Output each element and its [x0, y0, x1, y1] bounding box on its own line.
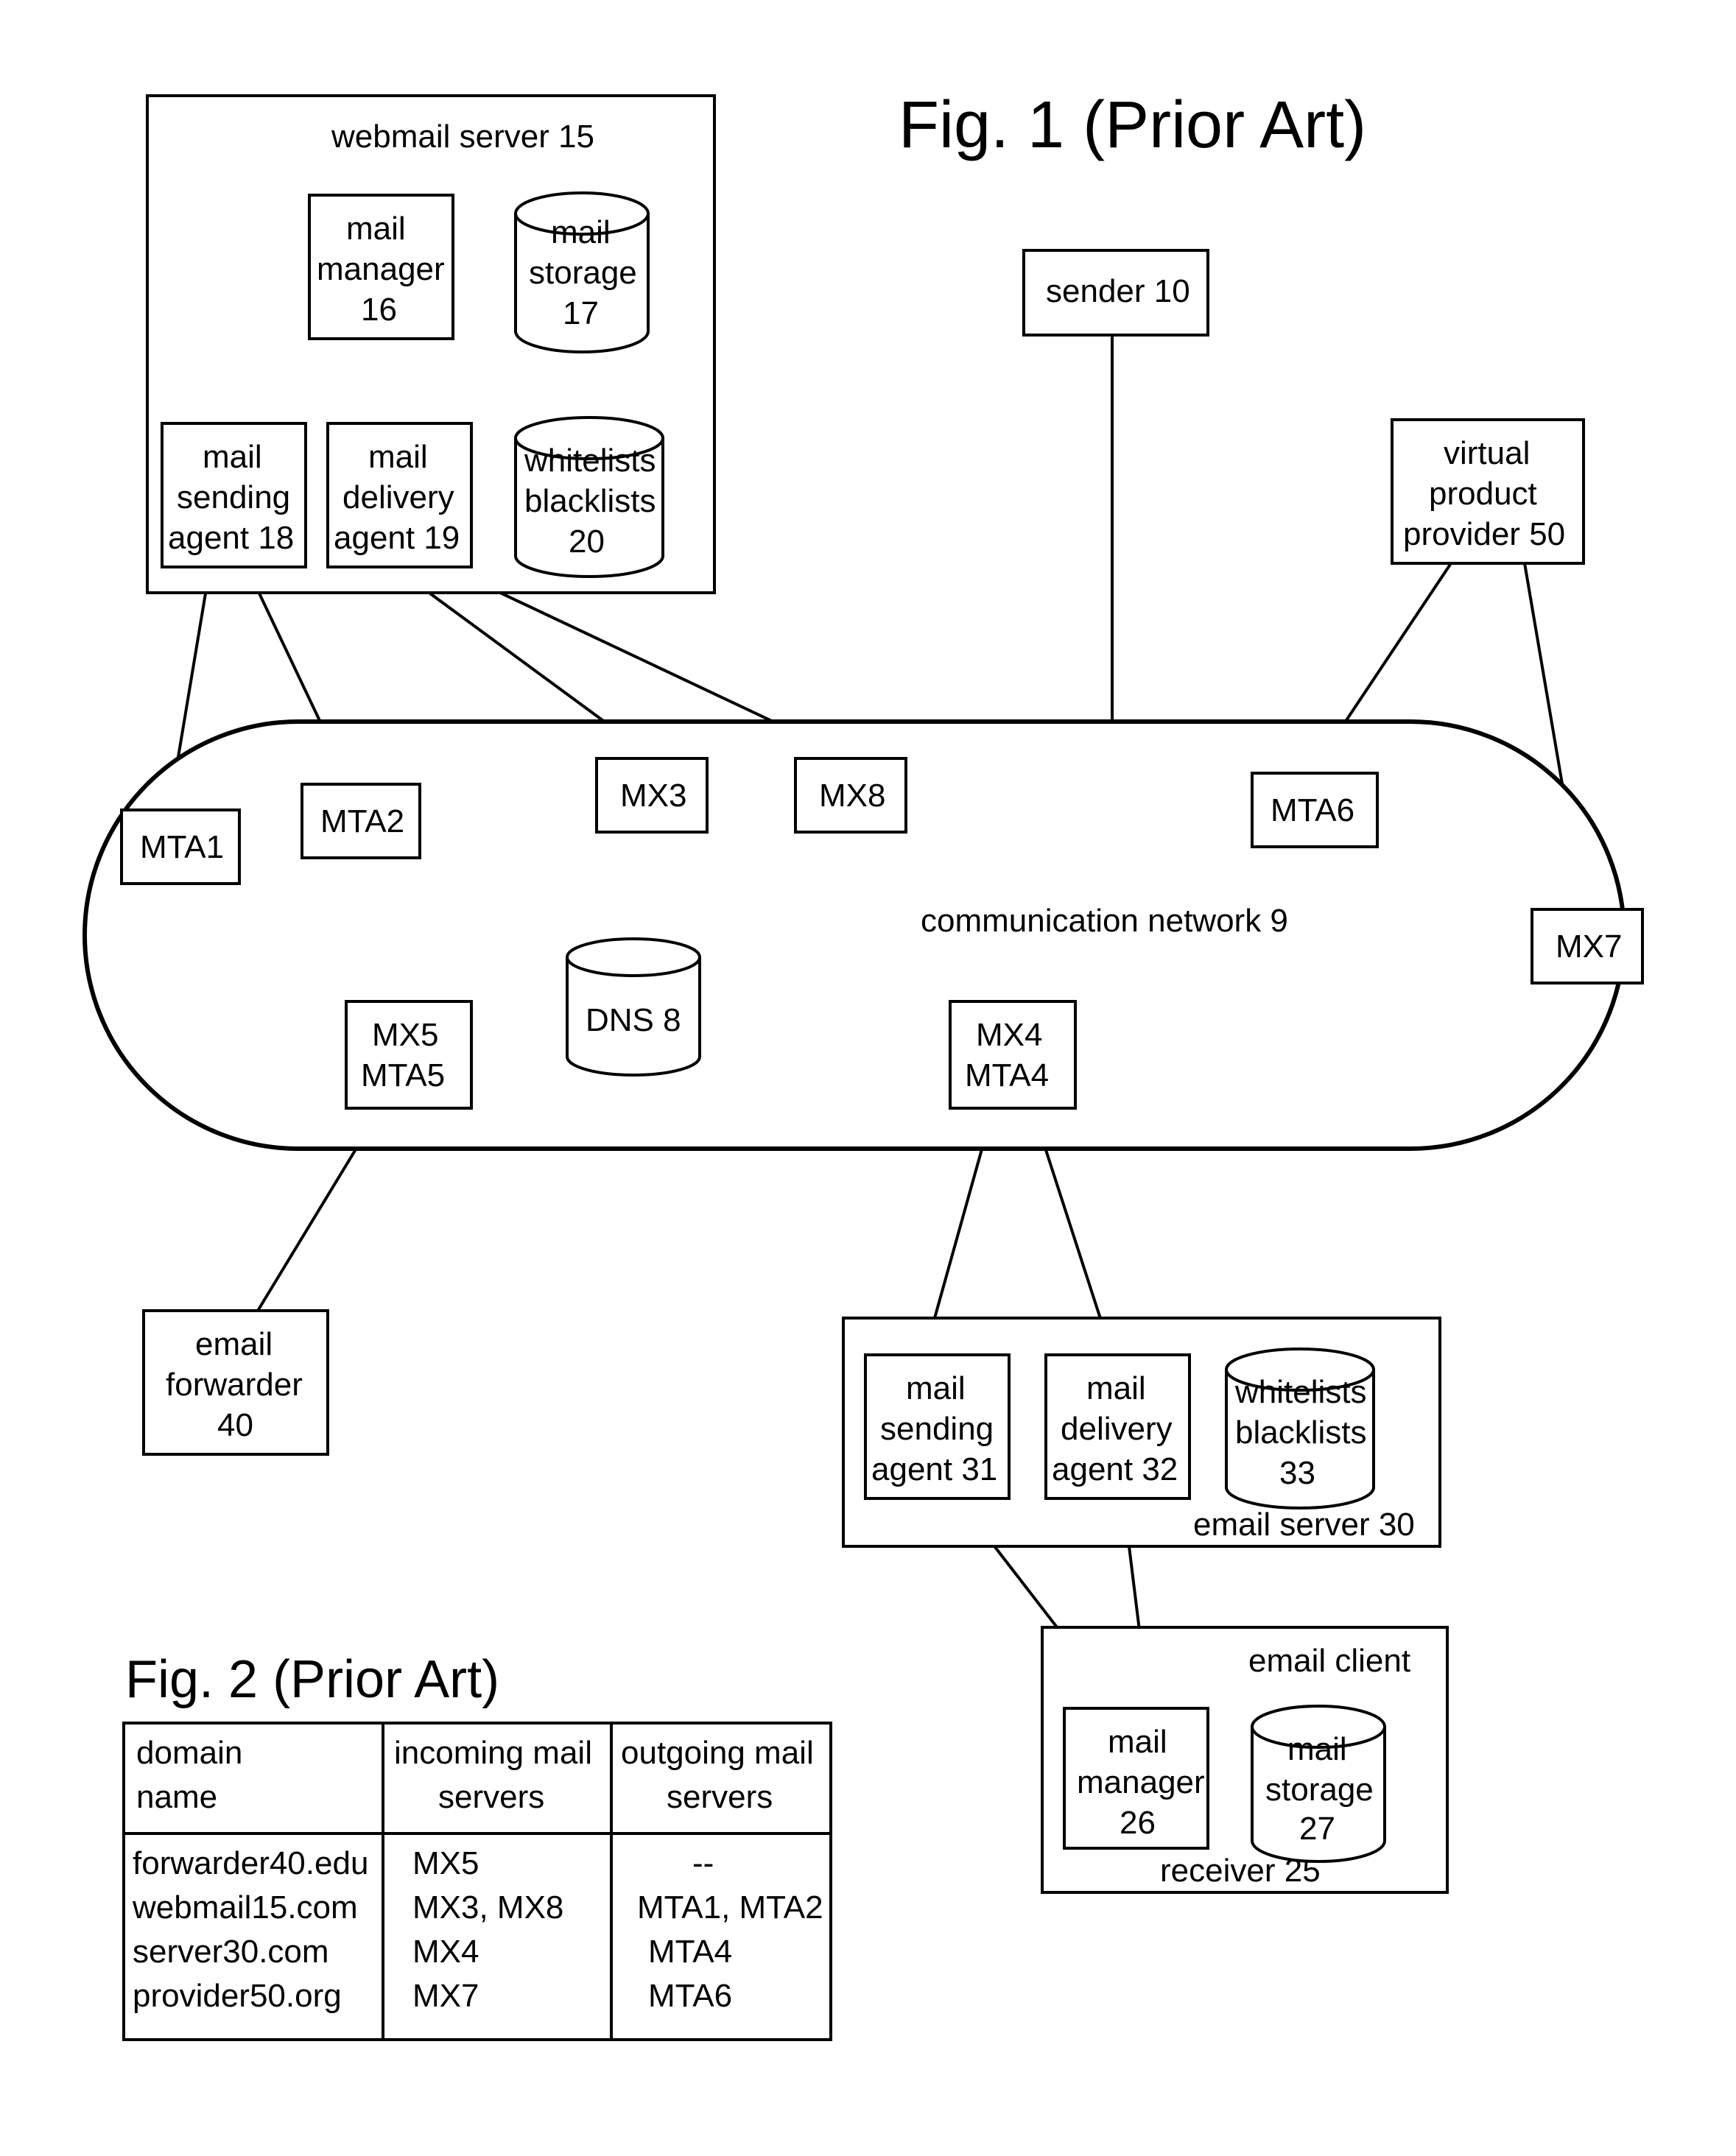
tbl-r3c2: MTA6 — [648, 1978, 732, 2014]
ms27-l2: storage — [1265, 1772, 1374, 1808]
ms27-l3: 27 — [1299, 1811, 1335, 1847]
wl33-l2: blacklists — [1235, 1415, 1367, 1451]
sender-10-label: sender 10 — [1046, 273, 1190, 309]
mm16-l2: manager — [317, 251, 445, 287]
fwd40-l1: email — [195, 1326, 273, 1362]
msa31-l3: agent 31 — [871, 1451, 997, 1487]
tbl-h1a: domain — [136, 1735, 242, 1771]
msa18-l2: sending — [177, 479, 290, 515]
fwd40-l3: 40 — [217, 1407, 253, 1443]
mx4-l2: MTA4 — [965, 1057, 1049, 1093]
mx3-label: MX3 — [620, 778, 686, 814]
tbl-h2b: servers — [438, 1779, 544, 1815]
ms17-l2: storage — [529, 255, 637, 291]
mm16-l3: 16 — [361, 292, 397, 328]
mda19-l3: agent 19 — [334, 520, 460, 556]
mx5-l2: MTA5 — [361, 1057, 445, 1093]
tbl-r1c2: MTA1, MTA2 — [637, 1889, 823, 1926]
fig1-title: Fig. 1 (Prior Art) — [899, 88, 1366, 162]
wl20-l2: blacklists — [524, 483, 656, 519]
tbl-h1b: name — [136, 1779, 217, 1815]
mta2-label: MTA2 — [320, 803, 404, 839]
tbl-r2c0: server30.com — [133, 1934, 329, 1970]
tbl-r1c0: webmail15.com — [132, 1889, 358, 1926]
msa18-l3: agent 18 — [168, 520, 294, 556]
wl20-l3: 20 — [569, 524, 605, 560]
mda19-l2: delivery — [342, 479, 454, 515]
tbl-r0c1: MX5 — [412, 1845, 479, 1881]
tbl-h3a: outgoing mail — [621, 1735, 814, 1771]
msa18-l1: mail — [203, 439, 262, 475]
vpp50-l2: product — [1429, 476, 1537, 512]
fig2-title: Fig. 2 (Prior Art) — [125, 1650, 499, 1709]
mx4-l1: MX4 — [976, 1017, 1042, 1053]
mm26-l2: manager — [1077, 1764, 1205, 1800]
vpp50-l3: provider 50 — [1403, 516, 1565, 552]
tbl-h3b: servers — [667, 1779, 773, 1815]
wl33-l3: 33 — [1279, 1455, 1315, 1491]
vpp50-l1: virtual — [1444, 435, 1530, 471]
email-client-label: email client — [1248, 1643, 1410, 1679]
wl20-l1: whitelists — [524, 443, 656, 479]
tbl-h2a: incoming mail — [394, 1735, 592, 1771]
tbl-r0c2: -- — [692, 1845, 714, 1881]
mda32-l2: delivery — [1061, 1411, 1173, 1447]
webmail-server-label: webmail server 15 — [331, 119, 594, 155]
mta1-label: MTA1 — [140, 829, 224, 865]
ms17-l1: mail — [551, 214, 611, 250]
diagram-canvas: Fig. 1 (Prior Art) webmail server 15 mai… — [0, 0, 1736, 2156]
tbl-r3c0: provider50.org — [133, 1978, 342, 2014]
mm26-l1: mail — [1108, 1724, 1167, 1760]
mta6-label: MTA6 — [1271, 792, 1354, 828]
tbl-r1c1: MX3, MX8 — [412, 1889, 563, 1926]
mda32-l1: mail — [1086, 1370, 1146, 1406]
mm16-l1: mail — [346, 211, 406, 247]
mda32-l3: agent 32 — [1052, 1451, 1178, 1487]
comm-net-label: communication network 9 — [921, 903, 1288, 939]
msa31-l2: sending — [880, 1411, 994, 1447]
tbl-r0c0: forwarder40.edu — [133, 1845, 368, 1881]
tbl-r2c1: MX4 — [412, 1934, 479, 1970]
wl33-l1: whitelists — [1234, 1374, 1367, 1410]
fwd40-l2: forwarder — [166, 1367, 303, 1403]
mx8-label: MX8 — [819, 778, 885, 814]
email-server-30-label: email server 30 — [1193, 1507, 1415, 1543]
ms27-l1: mail — [1287, 1731, 1347, 1767]
msa31-l1: mail — [906, 1370, 966, 1406]
mda19-l1: mail — [368, 439, 428, 475]
mm26-l3: 26 — [1120, 1805, 1156, 1841]
dns8-label: DNS 8 — [586, 1002, 681, 1038]
ms17-l3: 17 — [563, 295, 599, 331]
mx7-label: MX7 — [1556, 929, 1622, 965]
tbl-r2c2: MTA4 — [648, 1934, 732, 1970]
tbl-r3c1: MX7 — [412, 1978, 479, 2014]
mx5-l1: MX5 — [372, 1017, 438, 1053]
